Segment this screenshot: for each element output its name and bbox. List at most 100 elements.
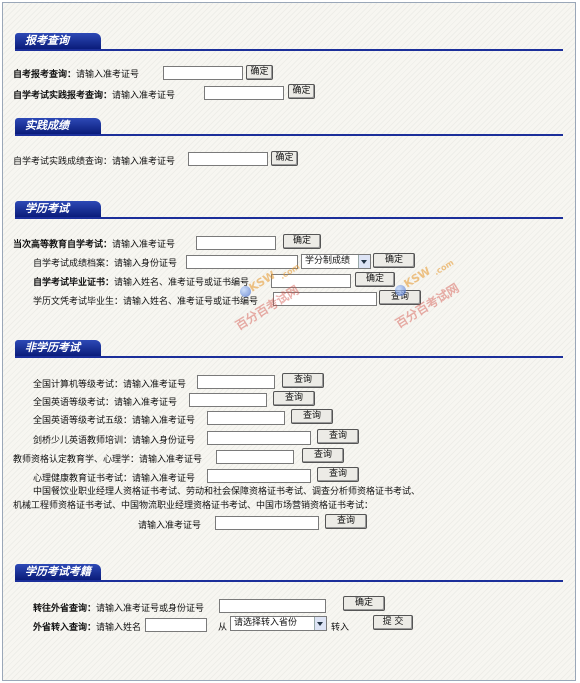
english-level5-query-button[interactable]: 查询 — [291, 409, 333, 424]
field-label: 转往外省查询： — [33, 604, 97, 614]
field-text: 心理健康教育证书考试：请输入准考证号 — [33, 474, 196, 484]
cambridge-training-row: 剑桥少儿英语教师培训：请输入身份证号 — [33, 435, 195, 447]
watermark-logo-icon — [240, 286, 251, 297]
to-label: 转入 — [331, 623, 350, 633]
practice-registration-input[interactable] — [204, 86, 284, 100]
self-exam-registration-confirm-button[interactable]: 确定 — [246, 65, 273, 80]
watermark-brand: KSW — [401, 264, 433, 291]
section-title: 实践成绩 — [15, 118, 101, 134]
watermark-logo-icon — [395, 285, 406, 296]
chevron-down-icon[interactable] — [314, 617, 326, 630]
graduation-cert-row: 自学考试毕业证书：请输入姓名、准考证号或证书编号 — [33, 277, 249, 289]
section-title: 非学历考试 — [15, 340, 101, 356]
select-value: 学分制成绩 — [305, 256, 351, 266]
field-text: 全国计算机等级考试：请输入准考证号 — [33, 380, 187, 390]
section-header-practice-score: 实践成绩 — [15, 118, 575, 136]
score-mode-select[interactable]: 学分制成绩 — [301, 254, 371, 269]
field-label: 自考报考查询： — [13, 70, 77, 80]
from-label: 从 — [218, 623, 228, 633]
cambridge-training-query-button[interactable]: 查询 — [317, 429, 359, 444]
diploma-graduate-input[interactable] — [273, 292, 377, 306]
transfer-in-submit-button[interactable]: 提 交 — [373, 615, 413, 630]
professional-cert-query-button[interactable]: 查询 — [325, 514, 367, 529]
field-text: 全国英语等级考试五级：请输入准考证号 — [33, 416, 196, 426]
page-frame: 报考查询 自考报考查询：请输入准考证号 确定 自学考试实践报考查询：请输入准考证… — [2, 2, 576, 681]
practice-score-row: 自学考试实践成绩查询：请输入准考证号 — [13, 156, 175, 168]
field-text: 自学考试实践成绩查询：请输入准考证号 — [13, 157, 176, 167]
field-text: 全国英语等级考试：请输入准考证号 — [33, 398, 178, 408]
province-select[interactable]: 请选择转入省份 — [230, 616, 327, 631]
computer-exam-query-button[interactable]: 查询 — [282, 373, 324, 388]
score-archive-confirm-button[interactable]: 确定 — [373, 253, 415, 268]
professional-cert-hint-row: 请输入准考证号 — [138, 520, 201, 532]
score-archive-row: 自学考试成绩档案：请输入身份证号 — [33, 258, 177, 270]
field-hint: 请输入准考证号 — [76, 70, 140, 80]
self-exam-registration-input[interactable] — [163, 66, 243, 80]
field-hint: 请输入准考证号或身份证号 — [96, 604, 205, 614]
field-label: 自学考试实践报考查询： — [13, 91, 113, 101]
english-exam-input[interactable] — [189, 393, 267, 407]
section-title: 学历考试考籍 — [15, 564, 101, 580]
transfer-out-input[interactable] — [219, 599, 326, 613]
teacher-cert-query-button[interactable]: 查询 — [302, 448, 344, 463]
field-text: 机械工程师资格证书考试、中国物流职业经理资格证书考试、中国市场营销资格证书考试： — [13, 501, 374, 511]
transfer-out-row: 转往外省查询：请输入准考证号或身份证号 — [33, 603, 204, 615]
english-exam-row: 全国英语等级考试：请输入准考证号 — [33, 397, 177, 409]
teacher-cert-row: 教师资格认定教育学、心理学：请输入准考证号 — [13, 454, 202, 466]
field-text: 剑桥少儿英语教师培训：请输入身份证号 — [33, 436, 196, 446]
practice-score-confirm-button[interactable]: 确定 — [271, 151, 298, 166]
field-label: 当次高等教育自学考试： — [13, 240, 113, 250]
transfer-out-confirm-button[interactable]: 确定 — [343, 596, 385, 611]
field-label: 外省转入查询： — [33, 623, 97, 633]
professional-cert-line1: 中国餐饮业职业经理人资格证书考试、劳动和社会保障资格证书考试、调查分析师资格证书… — [33, 486, 420, 498]
psychology-cert-row: 心理健康教育证书考试：请输入准考证号 — [33, 473, 195, 485]
psychology-cert-query-button[interactable]: 查询 — [317, 467, 359, 482]
section-divider — [15, 580, 563, 582]
transfer-in-row: 外省转入查询：请输入姓名 — [33, 622, 141, 634]
field-text: 教师资格认定教育学、心理学：请输入准考证号 — [13, 455, 203, 465]
professional-cert-line2: 机械工程师资格证书考试、中国物流职业经理资格证书考试、中国市场营销资格证书考试： — [13, 500, 373, 512]
graduation-cert-input[interactable] — [271, 274, 351, 288]
field-text: 自学考试成绩档案：请输入身份证号 — [33, 259, 178, 269]
teacher-cert-input[interactable] — [216, 450, 294, 464]
self-exam-registration-row: 自考报考查询：请输入准考证号 — [13, 69, 139, 81]
field-hint: 请输入准考证号 — [138, 521, 202, 531]
select-value: 请选择转入省份 — [234, 618, 298, 628]
section-title: 报考查询 — [15, 33, 101, 49]
section-title: 学历考试 — [15, 201, 101, 217]
section-divider — [15, 217, 563, 219]
section-header-non-degree-exam: 非学历考试 — [15, 340, 575, 358]
field-hint: 请输入姓名 — [96, 623, 142, 633]
graduation-cert-confirm-button[interactable]: 确定 — [355, 272, 395, 287]
field-text: 学历文凭考试毕业生：请输入姓名、准考证号或证书编号 — [33, 297, 259, 307]
section-divider — [15, 134, 563, 136]
practice-score-input[interactable] — [188, 152, 268, 166]
section-header-exam-registration: 报考查询 — [15, 33, 575, 51]
english-level5-input[interactable] — [207, 411, 285, 425]
section-divider — [15, 49, 563, 51]
diploma-graduate-row: 学历文凭考试毕业生：请输入姓名、准考证号或证书编号 — [33, 296, 258, 308]
field-hint: 请输入准考证号 — [112, 240, 176, 250]
field-label: 自学考试毕业证书： — [33, 278, 115, 288]
watermark-domain: .com — [432, 257, 456, 278]
field-hint: 请输入准考证号 — [112, 91, 176, 101]
cambridge-training-input[interactable] — [207, 431, 311, 445]
field-text: 中国餐饮业职业经理人资格证书考试、劳动和社会保障资格证书考试、调查分析师资格证书… — [33, 487, 421, 497]
practice-registration-confirm-button[interactable]: 确定 — [288, 84, 315, 99]
computer-exam-row: 全国计算机等级考试：请输入准考证号 — [33, 379, 186, 391]
psychology-cert-input[interactable] — [207, 469, 311, 483]
field-hint: 请输入姓名、准考证号或证书编号 — [114, 278, 250, 288]
practice-registration-row: 自学考试实践报考查询：请输入准考证号 — [13, 90, 175, 102]
computer-exam-input[interactable] — [197, 375, 275, 389]
current-exam-row: 当次高等教育自学考试：请输入准考证号 — [13, 239, 175, 251]
chevron-down-icon[interactable] — [358, 255, 370, 268]
section-divider — [15, 356, 563, 358]
professional-cert-input[interactable] — [215, 516, 319, 530]
current-exam-input[interactable] — [196, 236, 276, 250]
english-level5-row: 全国英语等级考试五级：请输入准考证号 — [33, 415, 195, 427]
transfer-in-name-input[interactable] — [145, 618, 207, 632]
english-exam-query-button[interactable]: 查询 — [273, 391, 315, 406]
current-exam-confirm-button[interactable]: 确定 — [283, 234, 321, 249]
score-archive-input[interactable] — [186, 255, 298, 269]
section-header-student-record: 学历考试考籍 — [15, 564, 575, 582]
